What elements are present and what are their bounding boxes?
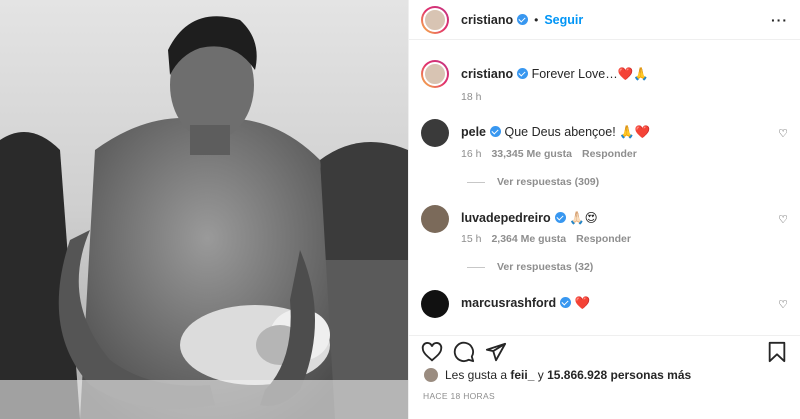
comment-likes-count[interactable]: 2,364 Me gusta [491, 233, 566, 245]
verified-badge-icon [554, 212, 566, 223]
follow-button[interactable]: Seguir [544, 13, 583, 27]
author-avatar[interactable] [421, 5, 449, 34]
liker-username[interactable]: feii_ [510, 368, 534, 382]
comment-text: ❤️ [574, 296, 591, 310]
view-replies-label: Ver respuestas (32) [497, 261, 594, 273]
reply-button[interactable]: Responder [576, 233, 631, 245]
comment-row: pele Que Deus abençoe! 🙏❤️ ♡ [421, 119, 788, 147]
comment-text-block: marcusrashford ❤️ [461, 290, 590, 318]
caption-username[interactable]: cristiano [461, 67, 513, 81]
caption-avatar[interactable] [421, 60, 449, 88]
comment-time: 16 h [461, 148, 482, 160]
commenter-avatar[interactable] [421, 290, 449, 318]
comment-like-heart-icon[interactable]: ♡ [778, 127, 788, 140]
replies-divider [467, 181, 485, 183]
verified-badge-icon [490, 126, 502, 137]
post-photo[interactable] [0, 0, 408, 419]
view-replies-button[interactable]: Ver respuestas (309) [467, 176, 599, 188]
comments-list[interactable]: cristiano Forever Love…❤️🙏 18 h pele Que… [409, 40, 800, 335]
comment-time: 15 h [461, 233, 482, 245]
comment-text: 🙏🏻😍 [569, 211, 598, 225]
comment-like-heart-icon[interactable]: ♡ [778, 298, 788, 311]
comment-icon[interactable] [453, 341, 475, 363]
comment-text-block: pele Que Deus abençoe! 🙏❤️ [461, 119, 650, 147]
view-replies-button[interactable]: Ver respuestas (32) [467, 261, 593, 273]
comment-meta: 15 h 2,364 Me gusta Responder [461, 233, 631, 245]
share-icon[interactable] [485, 341, 507, 363]
separator-dot: • [534, 12, 539, 27]
comment-row: marcusrashford ❤️ ♡ [421, 290, 788, 318]
caption-text-block: cristiano Forever Love…❤️🙏 [461, 60, 649, 88]
commenter-username[interactable]: luvadepedreiro [461, 211, 551, 225]
comment-text: Que Deus abençoe! 🙏❤️ [504, 125, 651, 139]
verified-badge-icon [560, 297, 572, 308]
comment-row: luvadepedreiro 🙏🏻😍 ♡ [421, 205, 788, 233]
bookmark-icon[interactable] [766, 341, 788, 363]
commenter-avatar[interactable] [421, 205, 449, 233]
likes-prefix: Les gusta a [445, 368, 508, 382]
comment-likes-count[interactable]: 33,345 Me gusta [491, 148, 572, 160]
verified-badge-icon [517, 68, 529, 79]
instagram-post: cristiano • Seguir ··· cristiano Forever… [0, 0, 800, 419]
verified-badge-icon [517, 14, 529, 25]
photo-illustration [0, 0, 408, 419]
likes-joiner: y [537, 368, 544, 382]
commenter-avatar[interactable] [421, 119, 449, 147]
post-side-panel: cristiano • Seguir ··· cristiano Forever… [408, 0, 800, 419]
replies-divider [467, 266, 485, 268]
commenter-username[interactable]: marcusrashford [461, 296, 556, 310]
likes-count[interactable]: 15.866.928 personas más [547, 368, 691, 382]
more-options-icon[interactable]: ··· [771, 12, 788, 28]
view-replies-label: Ver respuestas (309) [497, 176, 600, 188]
post-timestamp[interactable]: HACE 18 HORAS [423, 391, 495, 401]
heart-icon[interactable] [421, 341, 443, 363]
comment-text-block: luvadepedreiro 🙏🏻😍 [461, 205, 598, 233]
liker-avatar[interactable] [423, 367, 439, 383]
post-action-bar [409, 335, 800, 367]
likes-summary: Les gusta a feii_ y 15.866.928 personas … [423, 367, 691, 383]
reply-button[interactable]: Responder [582, 148, 637, 160]
comment-meta: 16 h 33,345 Me gusta Responder [461, 148, 637, 160]
caption-meta: 18 h [461, 91, 481, 103]
author-username[interactable]: cristiano [461, 13, 513, 27]
comment-like-heart-icon[interactable]: ♡ [778, 213, 788, 226]
commenter-username[interactable]: pele [461, 125, 486, 139]
caption-row: cristiano Forever Love…❤️🙏 [421, 60, 788, 88]
caption-time: 18 h [461, 91, 482, 103]
caption-text: Forever Love…❤️🙏 [531, 67, 649, 81]
post-header: cristiano • Seguir ··· [409, 0, 800, 40]
